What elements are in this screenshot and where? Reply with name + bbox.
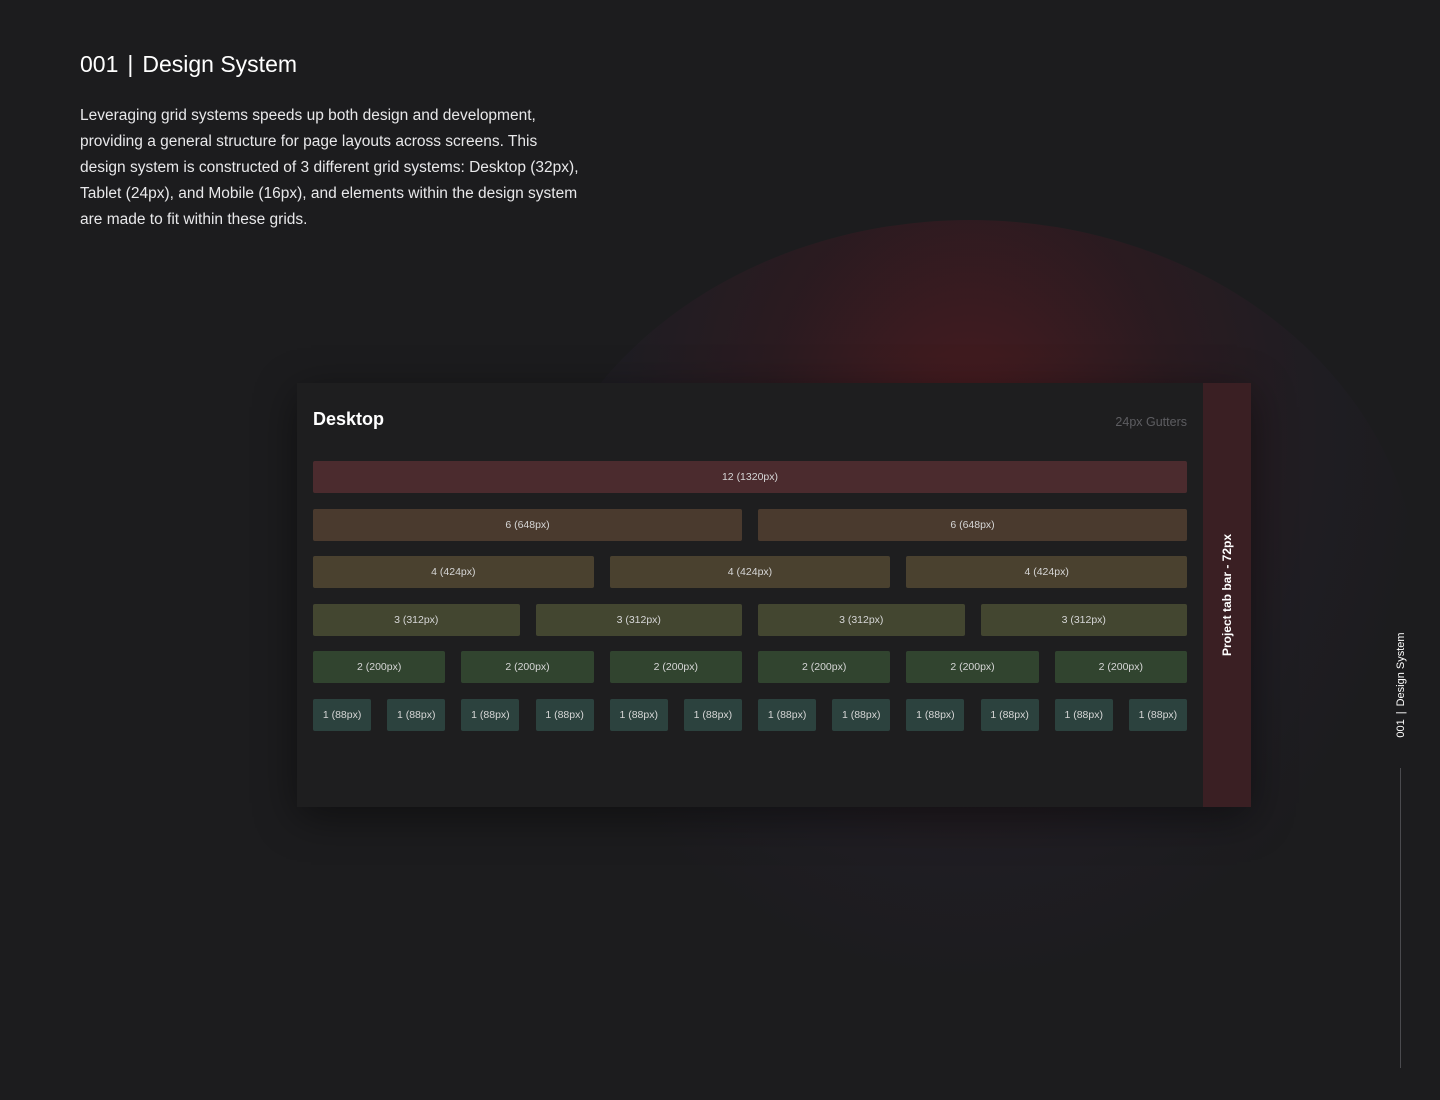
grid-cell-3-col: 3 (312px) xyxy=(313,603,520,636)
grid-cell-2-col: 2 (200px) xyxy=(313,651,446,684)
tab-bar-label: Project tab bar - 72px xyxy=(1220,533,1234,657)
grid-cell-12-col: 12 (1320px) xyxy=(313,461,1187,493)
grid-cell-4-col: 4 (424px) xyxy=(609,556,891,589)
grid-cell-1-col: 1 (88px) xyxy=(980,699,1039,731)
grid-cell-1-col: 1 (88px) xyxy=(1128,699,1187,731)
grid-cell-2-col: 2 (200px) xyxy=(1054,651,1187,684)
grid-cell-6-col: 6 (648px) xyxy=(758,508,1187,541)
side-section-label: 001 | Design System xyxy=(1395,632,1407,737)
grid-cell-1-col: 1 (88px) xyxy=(832,699,891,731)
grid-row-4-col: 4 (424px) 4 (424px) 4 (424px) xyxy=(313,556,1187,589)
grid-cell-3-col: 3 (312px) xyxy=(980,603,1187,636)
grid-cell-1-col: 1 (88px) xyxy=(906,699,965,731)
grid-row-1-col: 1 (88px) 1 (88px) 1 (88px) 1 (88px) 1 (88px)… xyxy=(313,699,1187,731)
grid-row-12-col: 12 (1320px) xyxy=(313,461,1187,493)
grid-cell-2-col: 2 (200px) xyxy=(906,651,1039,684)
grid-cell-1-col: 1 (88px) xyxy=(683,699,742,731)
side-divider-line xyxy=(1400,768,1401,1068)
desktop-grid-panel: Desktop 24px Gutters 12 (1320px) 6 (648px… xyxy=(297,383,1251,807)
grid-cell-3-col: 3 (312px) xyxy=(535,603,742,636)
page-heading: 001 | Design System xyxy=(80,49,297,79)
grid-cell-1-col: 1 (88px) xyxy=(609,699,668,731)
heading-number: 001 xyxy=(80,51,119,77)
grid-cell-4-col: 4 (424px) xyxy=(906,556,1187,589)
grid-row-2-col: 2 (200px) 2 (200px) 2 (200px) 2 (200px) 2 (2… xyxy=(313,651,1187,684)
grid-row-6-col: 6 (648px) 6 (648px) xyxy=(313,508,1187,541)
project-tab-bar: Project tab bar - 72px xyxy=(1203,383,1251,807)
grid-cell-1-col: 1 (88px) xyxy=(387,699,446,731)
grid-cell-3-col: 3 (312px) xyxy=(758,603,965,636)
grid-cell-1-col: 1 (88px) xyxy=(313,699,372,731)
grid-cell-4-col: 4 (424px) xyxy=(313,556,594,589)
grid-cell-2-col: 2 (200px) xyxy=(609,651,742,684)
grid-cell-2-col: 2 (200px) xyxy=(758,651,891,684)
heading-separator: | xyxy=(127,51,134,77)
gutter-note: 24px Gutters xyxy=(1115,415,1187,429)
side-label-separator: | xyxy=(1395,711,1407,715)
grid-cell-1-col: 1 (88px) xyxy=(758,699,817,731)
grid-cell-2-col: 2 (200px) xyxy=(461,651,594,684)
grid-cell-1-col: 1 (88px) xyxy=(535,699,594,731)
grid-cell-1-col: 1 (88px) xyxy=(461,699,520,731)
grid-cell-6-col: 6 (648px) xyxy=(313,508,742,541)
side-label-title: Design System xyxy=(1395,632,1407,707)
heading-title: Design System xyxy=(142,51,298,77)
grid-cell-1-col: 1 (88px) xyxy=(1054,699,1113,731)
side-label-number: 001 xyxy=(1395,719,1407,738)
grid-row-3-col: 3 (312px) 3 (312px) 3 (312px) 3 (312px) xyxy=(313,603,1187,636)
panel-title: Desktop xyxy=(313,409,385,429)
intro-paragraph: Leveraging grid systems speeds up both d… xyxy=(80,107,579,228)
